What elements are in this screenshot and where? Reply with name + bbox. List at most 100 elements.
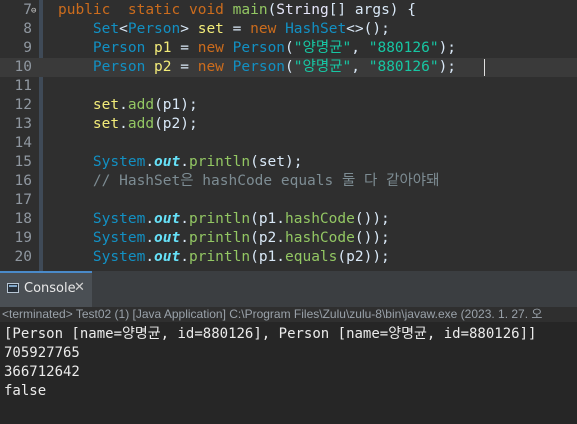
code-line[interactable]: 13 set.add(p2); bbox=[0, 115, 577, 134]
line-number: 9 bbox=[23, 40, 32, 56]
tab-console[interactable]: Console ✕ bbox=[0, 271, 92, 307]
line-number: 18 bbox=[14, 211, 32, 227]
code-token: ); bbox=[438, 59, 457, 75]
code-token: ()); bbox=[354, 211, 390, 227]
code-token: [] args) { bbox=[328, 2, 416, 18]
line-number: 10 bbox=[14, 59, 32, 75]
code-token: Person bbox=[127, 21, 181, 37]
code-token: . bbox=[145, 154, 155, 170]
code-text: set.add(p1); bbox=[58, 96, 198, 115]
line-number: 13 bbox=[14, 116, 32, 132]
code-token: "양명균" bbox=[293, 59, 352, 75]
code-token: < bbox=[119, 21, 128, 37]
code-line[interactable]: 10 Person p2 = new Person("양명균", "880126… bbox=[0, 58, 577, 77]
code-text: System.out.println(p1.hashCode()); bbox=[58, 210, 390, 229]
code-token: new bbox=[197, 40, 224, 56]
code-line[interactable]: 7 ⊖ public static void main(String[] args)… bbox=[0, 1, 577, 20]
code-token: . bbox=[145, 249, 155, 265]
code-token: Person bbox=[232, 40, 286, 56]
code-token: String bbox=[276, 2, 329, 18]
code-text: set.add(p2); bbox=[58, 115, 198, 134]
console-output-line: 705927765 bbox=[4, 345, 80, 361]
code-token: p1 bbox=[154, 40, 172, 56]
code-token: out bbox=[154, 230, 181, 246]
code-token: p2 bbox=[154, 59, 172, 75]
code-token: . bbox=[180, 249, 189, 265]
code-line[interactable]: 12 set.add(p1); bbox=[0, 96, 577, 115]
code-line[interactable]: 16 // HashSet은 hashCode equals 둘 다 같아야돼 bbox=[0, 172, 577, 191]
code-line[interactable]: 19 System.out.println(p2.hashCode()); bbox=[0, 229, 577, 248]
close-icon[interactable]: ✕ bbox=[74, 280, 85, 295]
code-token: . bbox=[119, 116, 128, 132]
code-text: Set<Person> set = new HashSet<>(); bbox=[58, 20, 390, 39]
code-token: . bbox=[119, 97, 128, 113]
code-token: <>(); bbox=[346, 21, 390, 37]
code-token: add bbox=[127, 116, 155, 132]
code-text: Person p2 = new Person("양명균", "880126"); bbox=[58, 58, 456, 77]
code-token: (p2)); bbox=[337, 249, 390, 265]
code-text: System.out.println(p2.hashCode()); bbox=[58, 229, 390, 248]
code-token: out bbox=[154, 249, 181, 265]
code-token: System bbox=[92, 211, 146, 227]
console-tab-label: Console bbox=[24, 281, 76, 296]
code-token: Person bbox=[92, 59, 146, 75]
code-token: > bbox=[180, 21, 198, 37]
code-token: . bbox=[180, 230, 189, 246]
code-line[interactable]: 15 System.out.println(set); bbox=[0, 153, 577, 172]
line-number: 7 bbox=[23, 2, 32, 18]
line-number: 16 bbox=[14, 173, 32, 189]
line-number: 17 bbox=[14, 192, 32, 208]
code-line[interactable]: 14 bbox=[0, 134, 577, 153]
line-number: 8 bbox=[23, 21, 32, 37]
code-token: (p1); bbox=[154, 97, 198, 113]
code-token: "880126" bbox=[368, 40, 439, 56]
code-token: println bbox=[188, 230, 251, 246]
code-token: main bbox=[232, 2, 268, 18]
code-token: equals bbox=[285, 249, 338, 265]
code-line[interactable]: 9 Person p1 = new Person("양명균", "880126"… bbox=[0, 39, 577, 58]
code-token: void bbox=[188, 2, 224, 18]
code-token: ); bbox=[438, 40, 457, 56]
code-token: HashSet bbox=[285, 21, 347, 37]
code-token: (p2. bbox=[250, 230, 286, 246]
code-token: = bbox=[223, 21, 251, 37]
code-text: public static void main(String[] args) { bbox=[58, 1, 416, 20]
code-token: new bbox=[250, 21, 277, 37]
code-line[interactable]: 17 bbox=[0, 191, 577, 210]
code-token: , bbox=[351, 59, 369, 75]
code-line[interactable]: 8 Set<Person> set = new HashSet<>(); bbox=[0, 20, 577, 39]
code-token: static bbox=[127, 2, 181, 18]
console-output-line: [Person [name=양명균, id=880126], Person [n… bbox=[4, 326, 537, 342]
code-token: = bbox=[171, 59, 198, 75]
code-line[interactable]: 11 bbox=[0, 77, 577, 96]
code-token: , bbox=[351, 40, 369, 56]
code-token: System bbox=[92, 154, 146, 170]
fold-toggle-icon[interactable]: ⊖ bbox=[31, 2, 36, 21]
code-token: add bbox=[127, 97, 155, 113]
code-token: ()); bbox=[354, 230, 390, 246]
line-number: 19 bbox=[14, 230, 32, 246]
code-text: // HashSet은 hashCode equals 둘 다 같아야돼 bbox=[58, 172, 440, 191]
code-token: . bbox=[145, 211, 155, 227]
code-token: out bbox=[154, 211, 181, 227]
code-token: . bbox=[180, 154, 189, 170]
code-editor[interactable]: 7 ⊖ public static void main(String[] args)… bbox=[0, 0, 577, 271]
code-line[interactable]: 18 System.out.println(p1.hashCode()); bbox=[0, 210, 577, 229]
console-output[interactable]: [Person [name=양명균, id=880126], Person [n… bbox=[0, 322, 577, 424]
code-line[interactable]: 20 System.out.println(p1.equals(p2)); bbox=[0, 248, 577, 267]
code-token: . bbox=[180, 211, 189, 227]
console-output-line: false bbox=[4, 383, 47, 399]
code-token: = bbox=[171, 40, 198, 56]
code-token: new bbox=[197, 59, 224, 75]
